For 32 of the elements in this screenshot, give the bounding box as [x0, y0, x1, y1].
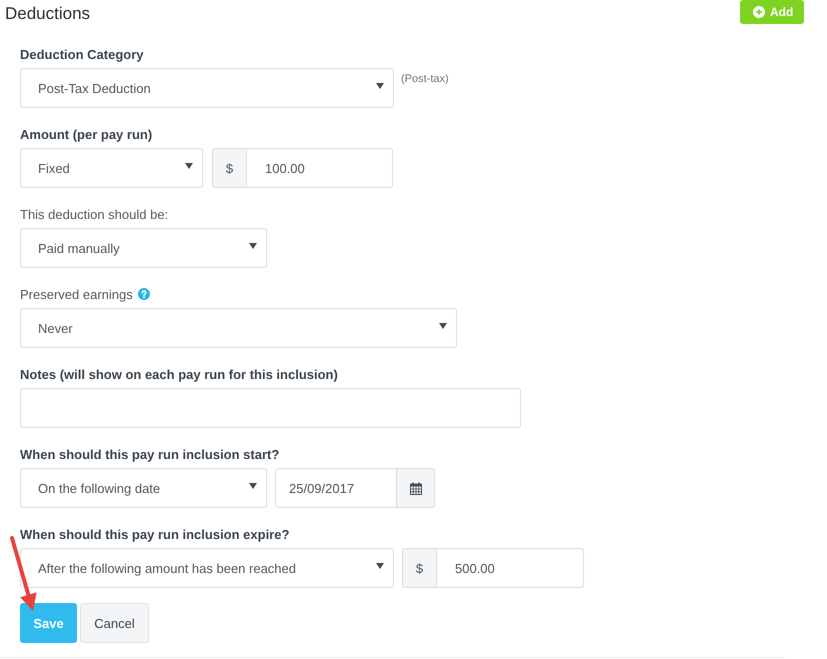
caret-icon [376, 83, 384, 89]
field-label: Deduction Category [20, 46, 144, 62]
tax-note: (Post-tax) [401, 73, 449, 85]
caret-icon [249, 483, 257, 489]
date-field[interactable]: 25/09/2017 [275, 468, 397, 508]
caret-icon [376, 563, 384, 569]
dropdown[interactable]: On the following date [20, 468, 267, 508]
amount-field[interactable]: 100.00 [247, 148, 393, 188]
caret-icon [249, 243, 257, 249]
help-icon[interactable] [138, 288, 150, 300]
dropdown[interactable]: After the following amount has been reached [20, 548, 394, 588]
caret-icon [185, 163, 193, 169]
field-label: This deduction should be: [20, 206, 168, 222]
dropdown[interactable]: Paid manually [20, 228, 267, 268]
caret-icon [439, 323, 447, 329]
calendar-icon [410, 482, 422, 494]
field-label: Amount (per pay run) [20, 126, 152, 142]
currency-addon: $ [212, 148, 247, 188]
plus-circle-icon [753, 6, 765, 18]
field-label: When should this pay run inclusion expire? [20, 526, 290, 542]
field-label: When should this pay run inclusion start? [20, 446, 280, 462]
field-label: Preserved earnings [20, 286, 133, 302]
dropdown[interactable]: Post-Tax Deduction [20, 68, 394, 108]
dropdown[interactable]: Never [20, 308, 457, 348]
cancel-button[interactable]: Cancel [80, 603, 149, 643]
notes-field[interactable] [20, 388, 521, 428]
amount-field[interactable]: 500.00 [437, 548, 584, 588]
currency-addon: $ [402, 548, 437, 588]
calendar-button[interactable] [397, 468, 435, 508]
dropdown[interactable]: Fixed [20, 148, 203, 188]
field-label: Notes (will show on each pay run for this inclusion) [20, 366, 338, 382]
section-title: Deductions [5, 3, 90, 25]
